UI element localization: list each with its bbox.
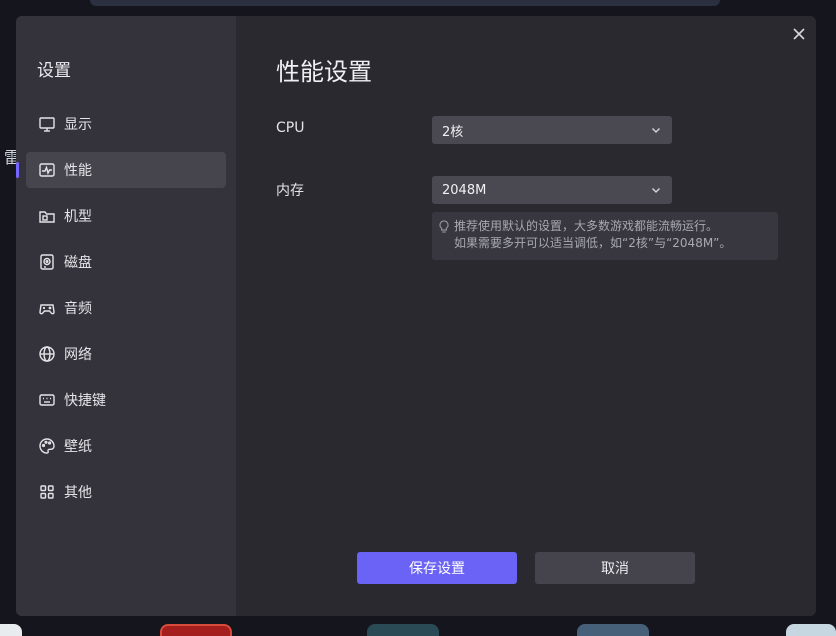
sidebar-item-label: 其他 xyxy=(64,485,92,501)
sidebar-item-network[interactable]: 网络 xyxy=(26,336,226,372)
background-app-icon xyxy=(0,624,22,636)
cpu-select-value: 2核 xyxy=(442,124,464,140)
sidebar-item-shortcuts[interactable]: 快捷键 xyxy=(26,382,226,418)
sidebar-item-label: 性能 xyxy=(64,163,92,179)
settings-main-panel: 性能设置 CPU 2核 内存 2048M 推荐使用默认的设置，大多数游戏都能流畅… xyxy=(236,16,816,616)
keyboard-icon xyxy=(38,391,56,409)
close-icon xyxy=(793,28,805,40)
background-app-icon xyxy=(160,624,232,636)
lightbulb-icon xyxy=(438,220,450,233)
background-app-icon xyxy=(786,624,836,636)
cpu-select[interactable]: 2核 xyxy=(432,116,672,144)
memory-label: 内存 xyxy=(276,183,304,199)
sidebar-item-performance[interactable]: 性能 xyxy=(16,152,226,188)
settings-sidebar: 设置 显示 性能 机型 磁盘 音频 网络 快捷键 壁纸 其他 xyxy=(16,16,236,616)
disk-icon xyxy=(38,253,56,271)
device-icon xyxy=(38,207,56,225)
sidebar-item-label: 网络 xyxy=(64,347,92,363)
globe-icon xyxy=(38,345,56,363)
sidebar-item-display[interactable]: 显示 xyxy=(26,106,226,142)
sidebar-title: 设置 xyxy=(37,61,71,81)
sidebar-item-label: 音频 xyxy=(64,301,92,317)
performance-hint: 推荐使用默认的设置，大多数游戏都能流畅运行。 如果需要多开可以适当调低，如“2核… xyxy=(432,212,778,260)
sidebar-item-audio[interactable]: 音频 xyxy=(26,290,226,326)
sidebar-item-disk[interactable]: 磁盘 xyxy=(26,244,226,280)
chevron-down-icon xyxy=(651,127,661,134)
sidebar-item-label: 磁盘 xyxy=(64,255,92,271)
memory-select-value: 2048M xyxy=(442,182,487,198)
hint-line: 如果需要多开可以适当调低，如“2核”与“2048M”。 xyxy=(454,236,732,250)
background-window-bar xyxy=(90,0,720,6)
sidebar-item-label: 机型 xyxy=(64,209,92,225)
settings-dialog: 设置 显示 性能 机型 磁盘 音频 网络 快捷键 壁纸 其他 性能设置 CPU … xyxy=(16,16,816,616)
close-button[interactable] xyxy=(792,26,806,42)
save-button[interactable]: 保存设置 xyxy=(357,552,517,584)
palette-icon xyxy=(38,437,56,455)
sidebar-item-label: 快捷键 xyxy=(64,393,106,409)
cancel-button[interactable]: 取消 xyxy=(535,552,695,584)
memory-select[interactable]: 2048M xyxy=(432,176,672,204)
cpu-label: CPU xyxy=(276,120,305,136)
grid-icon xyxy=(38,483,56,501)
performance-icon xyxy=(38,161,56,179)
sidebar-item-label: 壁纸 xyxy=(64,439,92,455)
background-app-icon xyxy=(367,624,439,636)
sidebar-nav: 显示 性能 机型 磁盘 音频 网络 快捷键 壁纸 其他 xyxy=(16,106,226,520)
sidebar-item-device-model[interactable]: 机型 xyxy=(26,198,226,234)
page-title: 性能设置 xyxy=(276,58,372,86)
sidebar-item-other[interactable]: 其他 xyxy=(26,474,226,510)
background-app-icon xyxy=(577,624,649,636)
hint-line: 推荐使用默认的设置，大多数游戏都能流畅运行。 xyxy=(454,219,719,233)
sidebar-item-label: 显示 xyxy=(64,117,92,133)
audio-icon xyxy=(38,299,56,317)
sidebar-item-wallpaper[interactable]: 壁纸 xyxy=(26,428,226,464)
monitor-icon xyxy=(38,115,56,133)
chevron-down-icon xyxy=(651,187,661,194)
